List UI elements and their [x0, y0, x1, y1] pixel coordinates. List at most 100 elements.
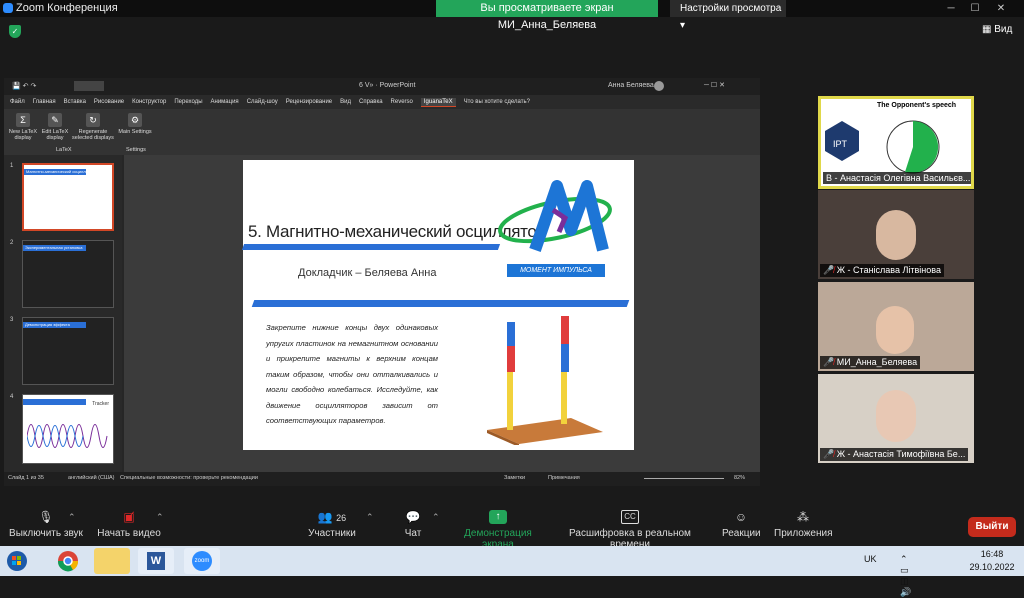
participant-tile[interactable]: 🎤̸ Ж - Анастасія Тимофіївна Бе... — [818, 374, 974, 463]
mic-off-icon: 🎤̸ — [823, 449, 835, 459]
tab-home[interactable]: Главная — [33, 99, 56, 105]
sigma-icon: Σ — [16, 113, 30, 127]
title-underline-bar — [241, 244, 501, 250]
tab-view[interactable]: Вид — [340, 99, 351, 105]
mic-off-icon: 🎤̸ — [823, 357, 835, 367]
participant-name: 🎤̸ МИ_Анна_Беляева — [820, 356, 921, 369]
security-shield-icon[interactable]: ✓ — [9, 25, 21, 38]
video-options-chevron-icon[interactable]: ⌃ — [156, 512, 164, 523]
ribbon-group-settings: Settings — [126, 147, 146, 153]
thumb-number: 4 — [10, 394, 14, 400]
zoom-logo-icon: zoom — [192, 551, 212, 571]
chat-button[interactable]: 💬 Чат — [398, 510, 428, 539]
tab-slideshow[interactable]: Слайд-шоу — [247, 99, 278, 105]
view-label: Вид — [994, 24, 1013, 35]
thumb-number: 1 — [10, 163, 14, 169]
word-letter-icon: W — [147, 552, 165, 570]
regenerate-label: Regenerate selected displays — [72, 129, 114, 141]
svg-text:IPT: IPT — [833, 139, 848, 149]
tab-animations[interactable]: Анимация — [211, 99, 239, 105]
close-icon[interactable]: ✕ — [992, 0, 1010, 17]
thumb-title: Экспериментальная установка — [25, 245, 83, 250]
audio-options-chevron-icon[interactable]: ⌃ — [68, 512, 76, 523]
notes-button[interactable]: Заметки — [504, 475, 525, 481]
participant-name: В - Анастасія Олегівна Васильєв... — [823, 172, 971, 184]
font-size-box[interactable] — [74, 81, 104, 91]
start-icon[interactable] — [2, 548, 32, 574]
slide-speaker: Докладчик – Беляева Анна — [298, 267, 437, 279]
language-status[interactable]: английский (США) — [68, 475, 115, 481]
zoom-slider[interactable] — [644, 478, 724, 479]
file-explorer-icon[interactable] — [94, 548, 130, 574]
participant-tile-active[interactable]: The Opponent's speech IPT В - Анастасія … — [818, 96, 974, 189]
apps-icon: ⁂ — [797, 510, 809, 524]
microphone-icon: 🎙 — [38, 510, 54, 524]
moment-impulsa-logo — [498, 180, 612, 252]
chrome-icon[interactable] — [50, 548, 86, 574]
leave-button[interactable]: Выйти — [968, 517, 1016, 537]
clock-date[interactable]: 29.10.2022 — [964, 562, 1020, 572]
ipt-logo-icon: IPT — [825, 121, 859, 161]
view-button[interactable]: ▦ Вид — [982, 24, 1012, 35]
participant-tile[interactable]: 🎤̸ МИ_Анна_Беляева — [818, 282, 974, 371]
new-latex-button[interactable]: Σ New LaTeX display — [6, 113, 40, 141]
participant-name: 🎤̸ Ж - Станіслава Літвінова — [820, 264, 944, 277]
tab-reverso[interactable]: Reverso — [391, 99, 413, 105]
mic-off-icon: 🎤̸ — [823, 265, 835, 275]
oscillation-plot-icon — [27, 424, 108, 448]
pie-timer-icon — [886, 120, 940, 174]
participant-video — [876, 210, 916, 260]
tab-file[interactable]: Файл — [10, 99, 25, 105]
slide-thumbnail[interactable]: Магнитно-механический осциллятор — [22, 163, 114, 231]
main-settings-button[interactable]: ⚙ Main Settings — [118, 113, 152, 135]
tab-help[interactable]: Справка — [359, 99, 383, 105]
tab-draw[interactable]: Рисование — [94, 99, 124, 105]
tab-insert[interactable]: Вставка — [64, 99, 86, 105]
word-icon[interactable]: W — [138, 548, 174, 574]
window-title: Zoom Конференция — [16, 2, 118, 14]
screen-share-banner: Вы просматриваете экран МИ_Анна_Беляева — [436, 0, 658, 31]
tray-icons[interactable]: ⌃ ▭ ◫ 🔊 — [900, 554, 911, 598]
ppt-ribbon: Σ New LaTeX display ✎ Edit LaTeX display ↻… — [4, 109, 760, 155]
smile-icon: ☺ — [734, 510, 748, 524]
input-language[interactable]: UK — [864, 554, 877, 564]
tab-iguanatex[interactable]: IguanaTeX — [420, 97, 456, 107]
apps-label: Приложения — [774, 528, 833, 539]
tab-transitions[interactable]: Переходы — [174, 99, 202, 105]
ppt-status-bar: Слайд 1 из 35 английский (США) Специальн… — [4, 472, 760, 486]
tell-me-search[interactable]: Что вы хотите сделать? — [464, 99, 530, 105]
reactions-button[interactable]: ☺ Реакции — [722, 510, 761, 539]
regenerate-button[interactable]: ↻ Regenerate selected displays — [70, 113, 116, 141]
maximize-icon[interactable]: ☐ — [966, 0, 984, 17]
edit-doc-icon: ✎ — [48, 113, 62, 127]
participant-tile[interactable]: 🎤̸ Ж - Станіслава Літвінова — [818, 190, 974, 279]
tab-review[interactable]: Рецензирование — [286, 99, 332, 105]
apps-button[interactable]: ⁂ Приложения — [774, 510, 833, 539]
view-options-label: Настройки просмотра — [680, 3, 782, 14]
chat-chevron-icon[interactable]: ⌃ — [432, 512, 440, 523]
clock-time[interactable]: 16:48 — [970, 549, 1014, 559]
participants-chevron-icon[interactable]: ⌃ — [366, 512, 374, 523]
slide-thumbnail[interactable]: Экспериментальная установка — [22, 240, 114, 308]
live-transcript-button[interactable]: CC Расшифровка в реальном времени — [556, 510, 704, 550]
view-options-button[interactable]: Настройки просмотра ▾ — [670, 0, 786, 31]
chat-icon: 💬 — [405, 510, 421, 524]
zoom-icon[interactable]: zoom — [184, 548, 220, 574]
start-video-button[interactable]: ▣̸ Начать видео — [94, 510, 164, 539]
tab-design[interactable]: Конструктор — [132, 99, 166, 105]
share-screen-button[interactable]: ↑ Демонстрация экрана — [450, 510, 546, 550]
new-latex-label: New LaTeX display — [8, 129, 38, 141]
accessibility-status[interactable]: Специальные возможности: проверьте реком… — [120, 475, 258, 481]
avatar[interactable] — [654, 81, 664, 91]
comments-button[interactable]: Примечания — [548, 475, 580, 481]
ppt-window-controls[interactable]: ─ ☐ ✕ — [704, 81, 725, 89]
minimize-icon[interactable]: ─ — [942, 0, 960, 17]
thumb-header-bar — [23, 399, 86, 405]
slide-thumbnail[interactable]: Tracker — [22, 394, 114, 464]
save-icon[interactable]: 💾 ↶ ↷ — [12, 82, 36, 90]
participants-button[interactable]: 👥 26 Участники — [304, 510, 360, 539]
current-slide[interactable]: 5. Магнитно-механический осциллятор Докл… — [241, 160, 634, 450]
reactions-label: Реакции — [722, 528, 761, 539]
slide-thumbnail[interactable]: Демонстрация эффекта — [22, 317, 114, 385]
edit-latex-button[interactable]: ✎ Edit LaTeX display — [38, 113, 72, 141]
